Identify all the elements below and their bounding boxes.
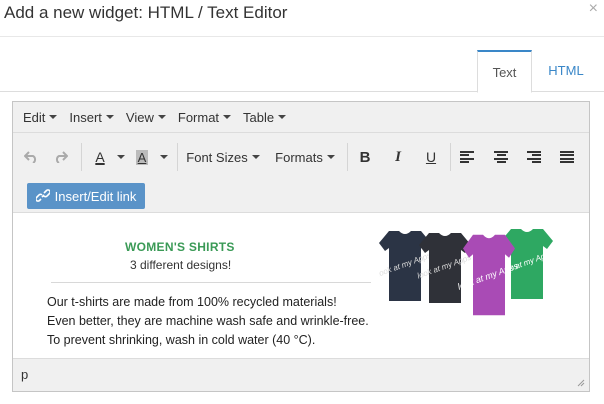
caret-down-icon [160, 155, 168, 159]
horizontal-rule [51, 282, 371, 283]
caret-down-icon [278, 115, 287, 119]
content-paragraph: Our t-shirts are made from 100% recycled… [47, 295, 369, 347]
close-icon[interactable]: × [589, 0, 598, 18]
menu-table[interactable]: Table [237, 110, 292, 125]
tshirt-purple: look at my Apps [456, 234, 520, 316]
toolbar: A A Font Sizes Formats B I U Insert/Edit… [13, 133, 589, 213]
caret-down-icon [117, 155, 125, 159]
tshirt-charcoal: look at my Apps [416, 233, 472, 303]
toolbar-divider [347, 143, 348, 171]
tshirts-image[interactable]: look at my Apps look at my Apps look at … [379, 229, 569, 347]
caret-down-icon [105, 115, 114, 119]
text-color-button[interactable]: A [89, 145, 111, 169]
tab-html[interactable]: HTML [536, 50, 596, 92]
content-subheading: 3 different designs! [130, 258, 232, 272]
background-color-dropdown[interactable] [156, 145, 168, 169]
tab-text[interactable]: Text [477, 50, 532, 93]
editor-content[interactable]: WOMEN'S SHIRTS 3 different designs! Our … [13, 213, 589, 356]
menu-insert[interactable]: Insert [63, 110, 120, 125]
toolbar-divider [177, 143, 178, 171]
underline-button[interactable]: U [419, 145, 443, 169]
align-right-icon [527, 151, 541, 163]
text-color-dropdown[interactable] [113, 145, 125, 169]
font-sizes-dropdown[interactable]: Font Sizes [183, 145, 263, 169]
title-divider [0, 36, 604, 37]
caret-down-icon [251, 155, 260, 159]
content-heading: WOMEN'S SHIRTS [125, 240, 235, 254]
menu-edit[interactable]: Edit [17, 110, 63, 125]
menu-view[interactable]: View [120, 110, 172, 125]
background-color-button[interactable]: A [131, 145, 153, 169]
resize-handle-icon[interactable] [577, 379, 585, 387]
undo-icon[interactable] [21, 145, 41, 169]
menubar: Edit Insert View Format Table [13, 102, 589, 133]
insert-link-button[interactable]: Insert/Edit link [27, 183, 145, 209]
align-right-button[interactable] [523, 145, 545, 169]
caret-down-icon [223, 115, 232, 119]
rich-text-editor: Edit Insert View Format Table A A Font S… [12, 101, 590, 392]
element-path[interactable]: p [21, 367, 28, 382]
bold-button[interactable]: B [353, 145, 377, 169]
align-left-button[interactable] [456, 145, 478, 169]
formats-dropdown[interactable]: Formats [271, 145, 339, 169]
align-left-icon [460, 151, 474, 163]
text-color-icon: A [95, 149, 105, 165]
italic-button[interactable]: I [386, 145, 410, 169]
align-justify-button[interactable] [556, 145, 578, 169]
align-center-icon [494, 151, 508, 163]
caret-down-icon [326, 155, 335, 159]
background-color-icon: A [135, 149, 149, 165]
align-center-button[interactable] [490, 145, 512, 169]
menu-format[interactable]: Format [172, 110, 237, 125]
editor-tabs: Text HTML [0, 50, 604, 93]
dialog-title: Add a new widget: HTML / Text Editor [4, 3, 288, 22]
toolbar-divider [450, 143, 451, 171]
toolbar-divider [81, 143, 82, 171]
redo-icon[interactable] [51, 145, 71, 169]
link-icon [35, 189, 50, 202]
caret-down-icon [157, 115, 166, 119]
status-bar: p [13, 358, 589, 391]
align-justify-icon [560, 151, 574, 163]
caret-down-icon [49, 115, 58, 119]
